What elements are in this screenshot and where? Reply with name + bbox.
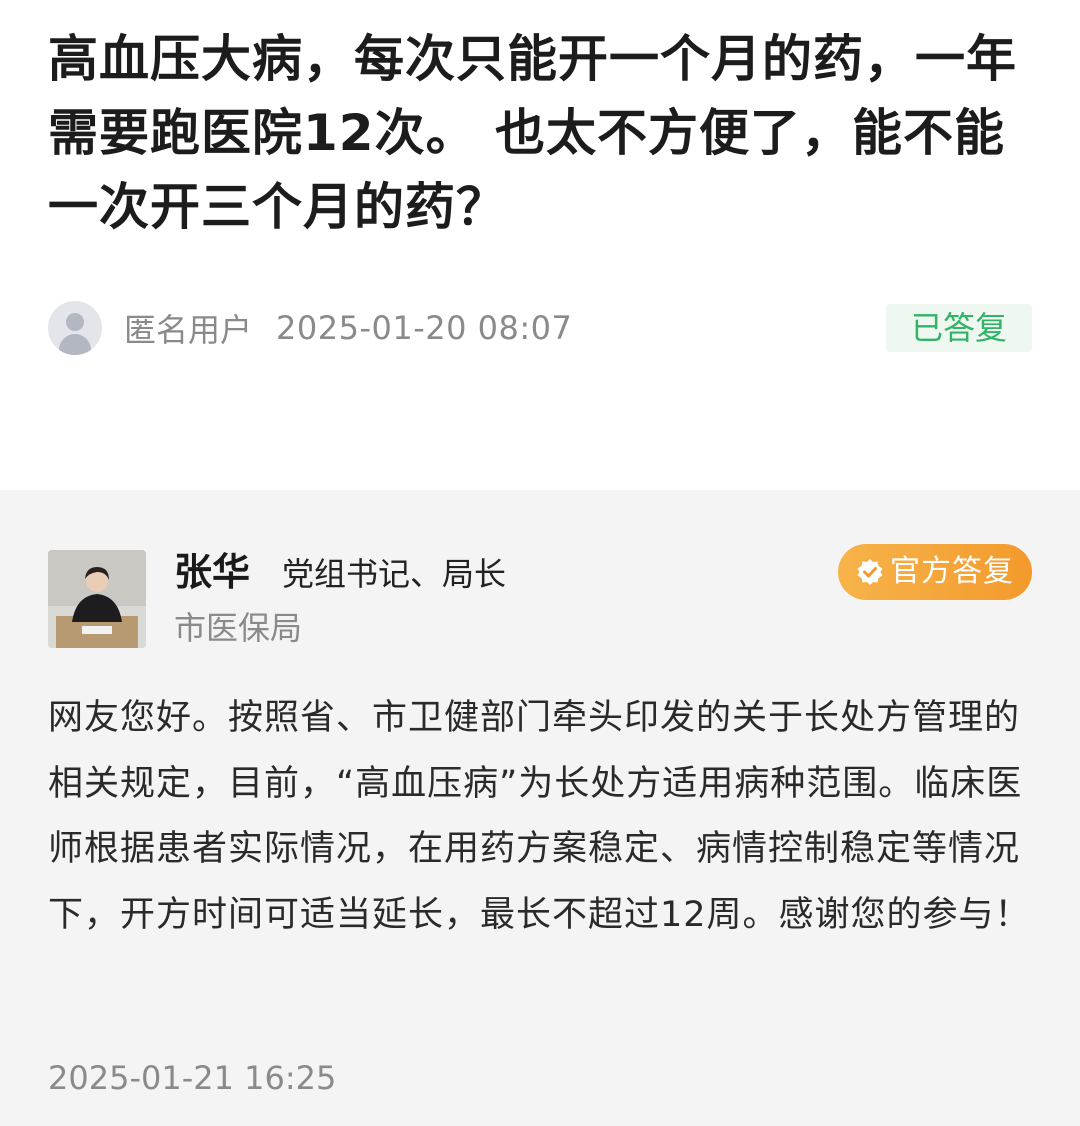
asker-name: 匿名用户: [124, 311, 253, 349]
reply-body: 网友您好。按照省、市卫健部门牵头印发的关于长处方管理的相关规定，目前，“高血压病…: [48, 698, 1031, 935]
anonymous-avatar-icon: [48, 301, 102, 355]
question-title: 高血压大病，每次只能开一个月的药，一年需要跑医院12次。 也太不方便了，能不能一…: [48, 30, 1017, 236]
official-reply-label: 官方答复: [890, 554, 1014, 589]
official-reply-badge: 官方答复: [838, 544, 1032, 600]
asker-info: 匿名用户 2025-01-20 08:07: [48, 300, 572, 356]
check-badge-icon: [857, 559, 883, 585]
question-timestamp: 2025-01-20 08:07: [276, 309, 573, 347]
responder-organization: 市医保局: [174, 609, 303, 647]
question-card: 高血压大病，每次只能开一个月的药，一年需要跑医院12次。 也太不方便了，能不能一…: [0, 0, 1080, 490]
official-reply-card: 张华 党组书记、局长 市医保局 官方答复 网友您好。按照省、市卫健部门牵头印发的…: [0, 490, 1080, 1126]
responder-avatar[interactable]: [48, 550, 146, 648]
responder-name: 张华: [174, 550, 251, 594]
reply-timestamp: 2025-01-21 16:25: [48, 1059, 337, 1097]
responder-title: 党组书记、局长: [282, 555, 507, 593]
status-badge: 已答复: [886, 304, 1032, 352]
